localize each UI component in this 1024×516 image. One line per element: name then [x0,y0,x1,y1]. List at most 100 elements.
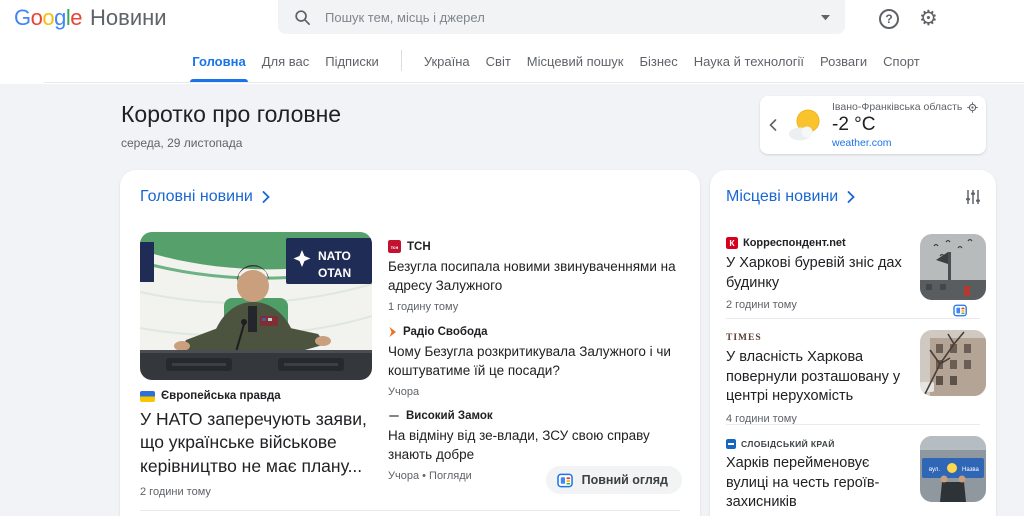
tab-biznes[interactable]: Бізнес [631,40,685,82]
source-name: Високий Замок [406,410,493,422]
source-name: Радіо Свобода [403,326,488,338]
card-section-divider [140,510,680,511]
app-header: Google Новини ? ⚙ [0,0,1024,40]
article-source[interactable]: тсн ТСН [388,240,684,253]
local-news-item[interactable]: СЛОБІДСЬКИЙ КРАЙ Харків перейменовує вул… [726,436,986,516]
article-thumbnail[interactable] [920,234,986,300]
ukraine-flag-icon [140,390,155,402]
storm-damage-photo [920,234,986,300]
svg-text:NATO: NATO [318,249,351,263]
google-news-logo[interactable]: Google Новини [14,5,167,31]
logo-letter: o [42,5,55,30]
nav-divider [400,50,402,71]
article-headline[interactable]: У Харкові буревій зніс дах будинку [726,254,912,293]
logo-letter: o [30,5,43,30]
top-stories-section-link[interactable]: Головні новини [140,188,270,206]
local-news-item[interactable]: К Корреспондент.net У Харкові буревій зн… [726,234,986,317]
tab-sport[interactable]: Спорт [875,40,928,82]
local-news-card: Місцеві новини К Корреспондент.net У Хар… [710,170,996,516]
logo-product-name: Новини [90,5,167,30]
source-name: ТСН [407,240,431,253]
article-source[interactable]: TIMES [726,330,912,343]
tune-sliders-icon [966,190,980,204]
article-source[interactable]: К Корреспондент.net [726,234,912,249]
radio-svoboda-favicon-icon [389,327,396,337]
tab-svit[interactable]: Світ [478,40,519,82]
tab-dlia-vas[interactable]: Для вас [254,40,318,82]
lead-article-image[interactable]: NATO OTAN [140,232,372,380]
weather-info: Івано-Франківська область -2 °C weather.… [832,101,979,149]
article-headline[interactable]: На відміну від зе-влади, ЗСУ свою справу… [388,427,684,465]
search-bar[interactable] [278,0,845,34]
tab-ukraina[interactable]: Україна [416,40,478,82]
tab-holovna[interactable]: Головна [184,40,253,82]
google-news-page: Google Новини ? ⚙ Головна Для вас Підпис… [0,0,1024,516]
main-navigation: Головна Для вас Підписки Україна Світ Мі… [44,40,1024,83]
slobidskyi-krai-favicon-icon [726,439,736,449]
vysokyi-zamok-favicon-icon [389,415,399,417]
gear-icon: ⚙ [919,7,938,30]
tsn-favicon-icon: тсн [388,240,401,253]
chevron-right-icon [262,191,270,203]
chevron-left-icon [769,119,777,131]
svg-text:вул.: вул. [929,467,940,473]
article-time: Учора [388,385,420,398]
tab-mistsevyi-poshuk[interactable]: Місцевий пошук [519,40,632,82]
search-input[interactable] [323,8,820,26]
local-news-section-link[interactable]: Місцеві новини [726,188,855,206]
settings-button[interactable]: ⚙ [919,4,938,33]
my-location-icon[interactable] [967,101,979,113]
source-name: TIMES [726,333,762,343]
related-article[interactable]: тсн ТСН Безугла посипала новими звинувач… [388,240,684,313]
briefing-header: Коротко про головне середа, 29 листопада [121,101,341,150]
article-source[interactable]: Радіо Свобода [388,326,684,338]
article-thumbnail[interactable] [920,330,986,396]
korrespondent-favicon-icon: К [726,237,738,249]
logo-letter: g [54,5,66,30]
search-icon [295,9,310,25]
local-news-item[interactable]: TIMES У власність Харкова повернули розт… [726,330,986,425]
lead-article-time: 2 години тому [140,486,211,498]
logo-letter: e [70,5,83,30]
top-stories-card: Головні новини NATO OTAN Європейська пра… [120,170,700,516]
article-source[interactable]: СЛОБІДСЬКИЙ КРАЙ [726,436,912,449]
source-name: Європейська правда [161,390,281,402]
lead-article-source[interactable]: Європейська правда [140,390,281,402]
article-headline[interactable]: Безугла посипала новими звинуваченнями н… [388,258,684,296]
tab-rozvahy[interactable]: Розваги [812,40,875,82]
local-news-settings-button[interactable] [964,188,982,211]
svg-text:К: К [729,238,735,248]
related-article[interactable]: Радіо Свобода Чому Безугла розкритикувал… [388,326,684,398]
search-dropdown-arrow-icon[interactable] [820,14,831,21]
list-divider [726,424,980,425]
svg-text:тсн: тсн [391,245,399,250]
full-coverage-label: Повний огляд [581,473,668,487]
svg-text:OTAN: OTAN [318,266,351,280]
article-headline[interactable]: Харків перейменовує вулиці на честь геро… [726,454,912,513]
article-time: 4 години тому [726,412,797,425]
chevron-right-icon [847,191,855,203]
svg-text:Назва: Назва [962,467,979,473]
article-headline[interactable]: У власність Харкова повернули розташован… [726,348,912,407]
article-headline[interactable]: Чому Безугла розкритикувала Залужного і … [388,343,684,381]
street-sign-photo: вул. Назва [920,436,986,502]
weather-prev-button[interactable] [760,119,786,131]
press-conference-photo: NATO OTAN [140,232,372,380]
section-title-label: Місцеві новини [726,188,839,205]
full-coverage-mini-button[interactable] [953,304,968,322]
tab-pidpysky[interactable]: Підписки [317,40,387,82]
building-photo [920,330,986,396]
article-time: 2 години тому [726,299,797,312]
full-coverage-icon [556,473,573,487]
help-button[interactable]: ? [879,9,899,29]
weather-source-link[interactable]: weather.com [832,137,978,149]
full-coverage-button[interactable]: Повний огляд [545,466,682,494]
tab-nauka-tekhnolohii[interactable]: Наука й технології [686,40,812,82]
article-thumbnail[interactable]: вул. Назва [920,436,986,502]
weather-widget[interactable]: Івано-Франківська область -2 °C weather.… [760,96,986,154]
article-time: 1 годину тому [388,300,459,313]
full-coverage-icon [953,304,967,317]
article-source[interactable]: Високий Замок [388,410,684,422]
page-title: Коротко про головне [121,101,342,127]
lead-article-headline[interactable]: У НАТО заперечують заяви, що українське … [140,408,380,478]
